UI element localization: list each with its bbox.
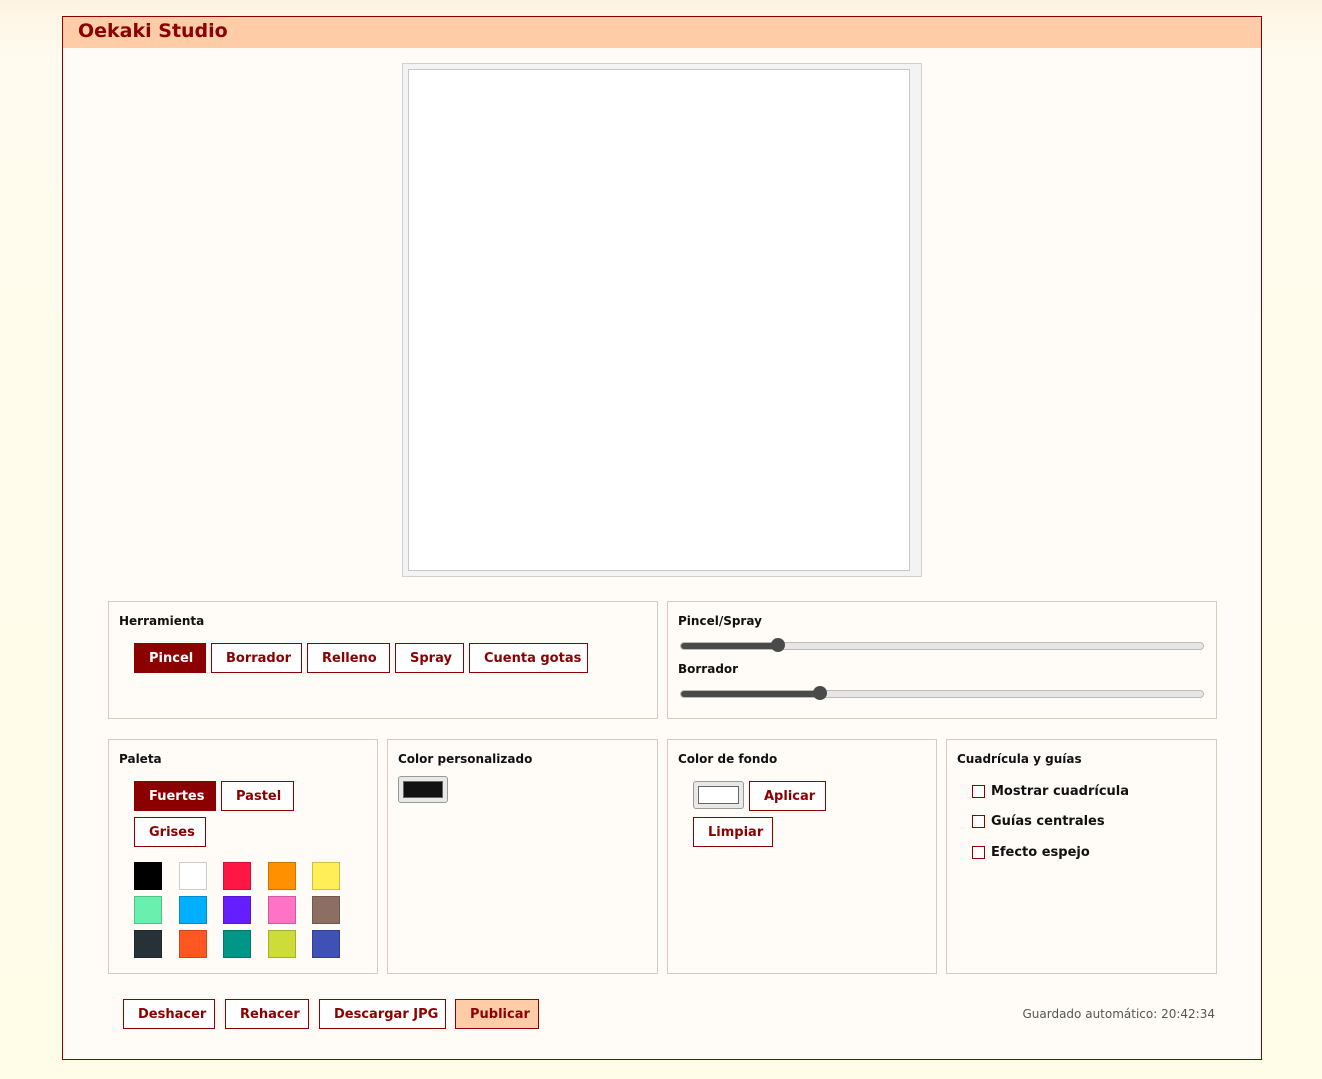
- clear-canvas-button[interactable]: Limpiar: [693, 817, 773, 847]
- center-guides-checkbox[interactable]: Guías centrales: [972, 814, 1105, 829]
- checkbox-label: Mostrar cuadrícula: [991, 784, 1130, 799]
- palette-fuertes[interactable]: Fuertes: [134, 781, 216, 811]
- app-window: Oekaki Studio Herramienta Pincel Borrado…: [62, 16, 1262, 1060]
- color-swatch[interactable]: [312, 896, 340, 924]
- background-panel: Color de fondo Aplicar Limpiar: [667, 739, 937, 974]
- show-grid-checkbox[interactable]: Mostrar cuadrícula: [972, 784, 1129, 799]
- color-swatch[interactable]: [178, 930, 207, 958]
- palette-pastel[interactable]: Pastel: [221, 781, 294, 811]
- grid-title: Cuadrícula y guías: [957, 752, 1082, 766]
- brush-size-label: Pincel/Spray: [678, 614, 762, 628]
- app-title: Oekaki Studio: [63, 17, 1261, 48]
- background-color-picker[interactable]: [693, 781, 744, 809]
- color-swatch[interactable]: [134, 862, 162, 890]
- color-swatch[interactable]: [134, 930, 162, 958]
- tool-cuenta-gotas[interactable]: Cuenta gotas: [469, 643, 588, 673]
- checkbox-label: Efecto espejo: [991, 845, 1090, 860]
- publish-button[interactable]: Publicar: [455, 999, 539, 1029]
- drawing-canvas[interactable]: [408, 69, 910, 571]
- eraser-size-thumb[interactable]: [813, 686, 828, 700]
- color-swatch[interactable]: [312, 930, 340, 958]
- background-title: Color de fondo: [678, 752, 778, 766]
- size-panel: Pincel/Spray Borrador: [667, 601, 1217, 719]
- tool-spray[interactable]: Spray: [395, 643, 464, 673]
- color-swatch[interactable]: [223, 930, 251, 958]
- brush-size-slider[interactable]: [680, 638, 1204, 652]
- custom-color-title: Color personalizado: [398, 752, 533, 766]
- eraser-size-slider[interactable]: [680, 686, 1204, 700]
- color-swatch[interactable]: [312, 862, 340, 890]
- redo-button[interactable]: Rehacer: [225, 999, 309, 1029]
- palette-grises[interactable]: Grises: [134, 817, 206, 847]
- autosave-status: Guardado automático: 20:42:34: [1022, 1007, 1215, 1021]
- checkbox-label: Guías centrales: [991, 814, 1105, 829]
- tool-relleno[interactable]: Relleno: [307, 643, 390, 673]
- color-swatch[interactable]: [267, 930, 296, 958]
- color-swatch[interactable]: [267, 862, 296, 890]
- palette-title: Paleta: [119, 752, 162, 766]
- custom-color-picker[interactable]: [398, 776, 448, 803]
- download-jpg-button[interactable]: Descargar JPG: [319, 999, 446, 1029]
- palette-panel: Paleta Fuertes Pastel Grises: [108, 739, 378, 974]
- color-swatch[interactable]: [178, 896, 207, 924]
- color-swatch[interactable]: [223, 896, 251, 924]
- grid-panel: Cuadrícula y guías Mostrar cuadrícula Gu…: [946, 739, 1217, 974]
- eraser-size-label: Borrador: [678, 662, 739, 676]
- canvas-frame: [402, 63, 922, 577]
- tool-borrador[interactable]: Borrador: [211, 643, 302, 673]
- tool-pincel[interactable]: Pincel: [134, 643, 206, 673]
- color-swatch[interactable]: [134, 896, 162, 924]
- tool-panel: Herramienta Pincel Borrador Relleno Spra…: [108, 601, 658, 719]
- color-swatch[interactable]: [178, 862, 207, 890]
- color-swatch[interactable]: [223, 862, 251, 890]
- color-swatch[interactable]: [267, 896, 296, 924]
- checkbox[interactable]: [972, 785, 985, 798]
- tool-panel-title: Herramienta: [119, 614, 205, 628]
- checkbox[interactable]: [972, 815, 985, 828]
- custom-color-panel: Color personalizado: [387, 739, 658, 974]
- apply-background-button[interactable]: Aplicar: [749, 781, 826, 811]
- mirror-effect-checkbox[interactable]: Efecto espejo: [972, 845, 1090, 860]
- checkbox[interactable]: [972, 846, 985, 859]
- brush-size-thumb[interactable]: [770, 638, 785, 652]
- undo-button[interactable]: Deshacer: [123, 999, 215, 1029]
